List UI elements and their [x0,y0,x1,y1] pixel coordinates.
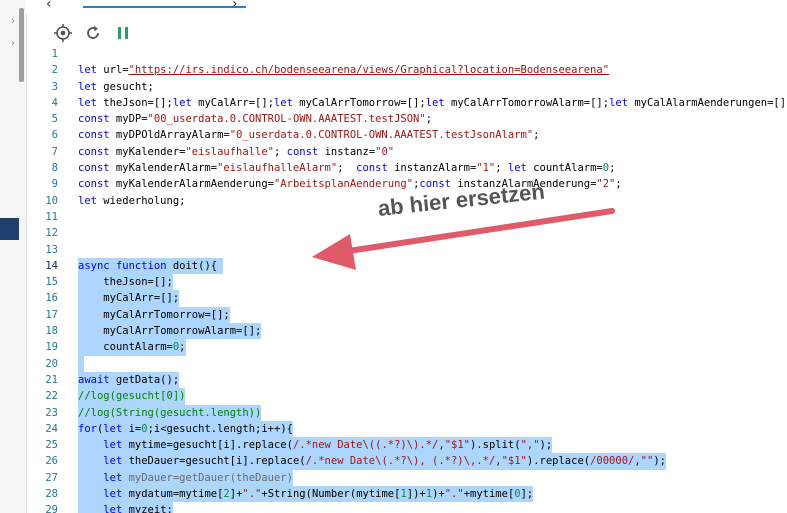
line-number: 1 [51,48,58,60]
line-number: 29 [45,504,58,513]
chevron-right-icon[interactable]: › [11,16,15,27]
code-text: const myKalenderAlarm="eislaufhalleAlarm… [78,162,616,175]
tab-strip: ‹ › [26,0,787,14]
line-number: 19 [45,341,58,354]
code-line[interactable]: 6 const myDPOldArrayAlarm="0_userdata.0.C… [26,127,787,143]
code-line[interactable]: 12 [26,225,787,241]
code-line[interactable]: 17 ····myCalArrTomorrow=[]; [26,306,787,324]
line-number: 11 [45,210,58,223]
code-line[interactable]: 21 await getData(); [26,371,787,389]
tab-scroll-left-button[interactable]: ‹ [46,0,52,12]
line-number: 24 [45,422,58,435]
code-text: ····theJson=[]; [78,274,173,291]
code-text: const myDPOldArrayAlarm="0_userdata.0.CO… [78,129,540,142]
code-text: let url="https://irs.indico.ch/bodenseea… [78,64,610,77]
line-number: 16 [45,292,58,305]
line-number: 26 [45,455,58,468]
active-tab-indicator[interactable] [83,6,246,8]
code-text: for(let i=0;i<gesucht.length;i++){ [78,420,293,438]
code-line[interactable]: 19 ····countAlarm=0; [26,339,787,356]
code-text: let theJson=[];let myCalArr=[];let myCal… [78,96,787,109]
selected-tree-item[interactable] [0,218,19,240]
code-line[interactable]: 25 ····let mytime=gesucht[i].replace(/.*n… [26,437,787,454]
left-panel-scrollbar[interactable] [19,8,24,82]
code-line[interactable]: 15 ····theJson=[]; [26,274,787,291]
code-text: ····let theDauer=gesucht[i].replace(/.*n… [78,453,666,470]
script-toolbar [26,18,787,48]
line-number: 8 [51,162,58,175]
left-panel: › › [0,0,27,513]
line-number: 23 [45,406,58,419]
code-line[interactable]: 5 const myDP="00_userdata.0.CONTROL-OWN.A… [26,111,787,127]
code-text: ····let myzeit; [78,502,173,513]
line-number: 5 [51,113,58,126]
code-text: async function doit(){ [78,257,224,275]
code-line[interactable]: 7 const myKalender="eislaufhalle"; const … [26,144,787,160]
code-line[interactable]: 2 let url="https://irs.indico.ch/bodensee… [26,62,787,78]
code-line[interactable]: 13 [26,242,787,258]
code-line[interactable]: 18 ····myCalArrTomorrowAlarm=[]; [26,323,787,340]
code-line[interactable]: 23 //log(String(gesucht.length)) [26,404,787,421]
code-text: //log(gesucht[0]) [78,388,186,405]
code-text: ····myCalArrTomorrowAlarm=[]; [78,323,262,340]
chevron-right-icon[interactable]: › [11,38,15,49]
line-number: 13 [45,243,58,256]
code-line[interactable]: 3 let gesucht; [26,79,787,95]
code-line[interactable]: 28 ····let mydatum=mytime[2]+"."+String(N… [26,486,787,503]
line-number: 25 [45,439,58,452]
line-number: 14 [45,259,58,272]
code-text: ····let mytime=gesucht[i].replace(/.*new… [78,437,553,454]
line-number: 3 [51,80,58,93]
code-line[interactable]: 29 ····let myzeit; [26,502,787,513]
code-text: let gesucht; [78,80,154,93]
code-text: await getData(); [78,371,180,389]
line-number: 21 [45,373,58,386]
code-text [78,355,85,372]
code-line[interactable]: 26 ····let theDauer=gesucht[i].replace(/.… [26,453,787,470]
code-text: ····let myDauer=getDauer(theDauer) [78,469,293,487]
code-line[interactable]: 14 async function doit(){ [26,257,787,275]
code-text: const myKalender="eislaufhalle"; const i… [78,145,395,158]
code-text: const myDP="00_userdata.0.CONTROL-OWN.AA… [78,113,433,126]
line-number: 28 [45,488,58,501]
code-editor[interactable]: 1 2 let url="https://irs.indico.ch/bodense… [26,46,787,513]
line-number: 20 [45,357,58,370]
pause-icon[interactable] [112,22,134,44]
code-line[interactable]: 22 //log(gesucht[0]) [26,388,787,405]
code-text: ····countAlarm=0; [78,339,186,356]
line-number: 18 [45,325,58,338]
line-number: 2 [51,64,58,77]
line-number: 6 [51,129,58,142]
code-text: let wiederholung; [78,194,186,207]
line-number: 15 [45,276,58,289]
line-number: 12 [45,227,58,240]
crosshair-icon[interactable] [52,22,74,44]
code-line[interactable]: 27 ····let myDauer=getDauer(theDauer) [26,469,787,487]
tab-scroll-right-button[interactable]: › [232,0,238,12]
code-line[interactable]: 9 const myKalenderAlarmAenderung="Arbeits… [26,176,787,192]
code-line[interactable]: 4 let theJson=[];let myCalArr=[];let myCa… [26,95,787,111]
code-line[interactable]: 8 const myKalenderAlarm="eislaufhalleAlar… [26,160,787,176]
reload-icon[interactable] [82,22,104,44]
line-number: 22 [45,390,58,403]
code-text: ····myCalArrTomorrow=[]; [78,306,230,324]
line-number: 9 [51,178,58,191]
code-text: ····let mydatum=mytime[2]+"."+String(Num… [78,486,534,503]
line-number: 10 [45,194,58,207]
code-line[interactable]: 20 [26,355,787,372]
code-text: ····myCalArr=[]; [78,290,180,307]
code-line[interactable]: 1 [26,46,787,62]
line-number: 4 [51,96,58,109]
code-line[interactable]: 24 for(let i=0;i<gesucht.length;i++){ [26,420,787,438]
code-line[interactable]: 16 ····myCalArr=[]; [26,290,787,307]
code-text: //log(String(gesucht.length)) [78,404,262,421]
line-number: 17 [45,308,58,321]
line-number: 27 [45,471,58,484]
line-number: 7 [51,145,58,158]
